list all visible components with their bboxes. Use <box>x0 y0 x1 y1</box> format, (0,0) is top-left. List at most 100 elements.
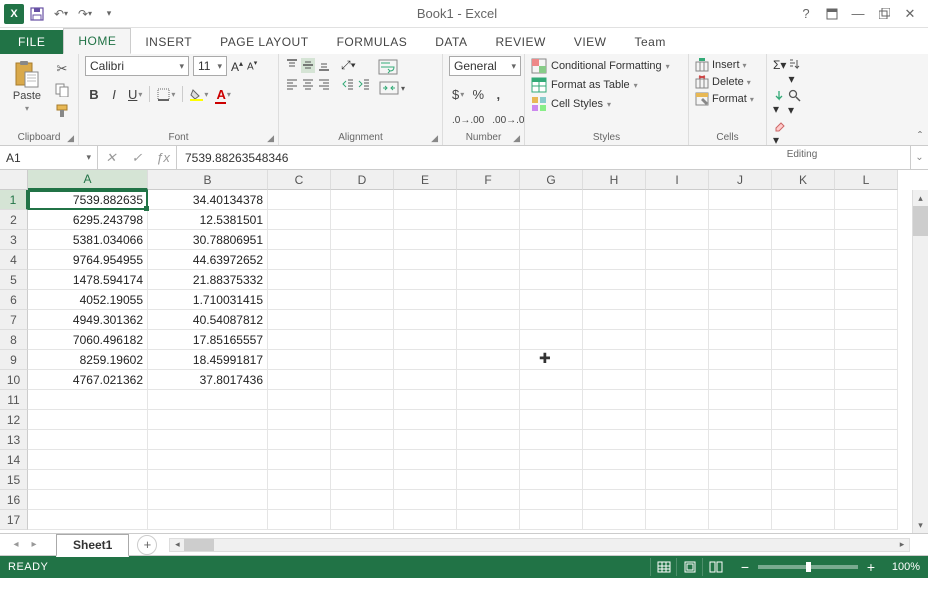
find-select-icon[interactable]: ▾ <box>788 89 802 117</box>
cell[interactable] <box>835 190 898 210</box>
cell[interactable] <box>646 370 709 390</box>
cell[interactable] <box>457 410 520 430</box>
cell[interactable] <box>268 210 331 230</box>
cell[interactable] <box>331 350 394 370</box>
cell[interactable]: 7539.882635 <box>28 190 148 210</box>
cell[interactable] <box>709 430 772 450</box>
cell[interactable] <box>646 250 709 270</box>
select-all-corner[interactable] <box>0 170 28 190</box>
cell[interactable] <box>646 390 709 410</box>
cell[interactable] <box>268 350 331 370</box>
paste-button[interactable]: Paste ▾ <box>6 56 48 113</box>
alignment-dialog-launcher-icon[interactable]: ◢ <box>431 133 438 144</box>
row-header[interactable]: 5 <box>0 270 28 290</box>
cell[interactable] <box>646 350 709 370</box>
tab-formulas[interactable]: FORMULAS <box>323 30 422 54</box>
cell[interactable] <box>331 270 394 290</box>
cell[interactable] <box>457 390 520 410</box>
cell[interactable] <box>835 490 898 510</box>
normal-view-icon[interactable] <box>650 558 676 576</box>
tab-data[interactable]: DATA <box>421 30 481 54</box>
cell[interactable]: 18.45991817 <box>148 350 268 370</box>
scroll-down-icon[interactable]: ▾ <box>913 517 928 533</box>
cell[interactable] <box>583 470 646 490</box>
cell[interactable] <box>583 410 646 430</box>
row-header[interactable]: 11 <box>0 390 28 410</box>
cell[interactable] <box>331 250 394 270</box>
collapse-ribbon-icon[interactable]: ˆ <box>918 129 922 143</box>
cell[interactable] <box>394 210 457 230</box>
format-painter-icon[interactable] <box>52 102 72 120</box>
cell[interactable] <box>583 450 646 470</box>
row-header[interactable]: 6 <box>0 290 28 310</box>
cell[interactable]: 4767.021362 <box>28 370 148 390</box>
column-header[interactable]: A <box>28 170 148 190</box>
cell[interactable] <box>709 470 772 490</box>
cell[interactable] <box>331 210 394 230</box>
cell[interactable] <box>835 310 898 330</box>
cell[interactable] <box>331 490 394 510</box>
cell[interactable] <box>457 510 520 530</box>
cell[interactable] <box>772 330 835 350</box>
cell[interactable] <box>520 290 583 310</box>
cell[interactable] <box>457 230 520 250</box>
cell[interactable] <box>520 470 583 490</box>
tab-team[interactable]: Team <box>621 30 680 54</box>
cell[interactable]: 8259.19602 <box>28 350 148 370</box>
cell[interactable] <box>331 230 394 250</box>
cell[interactable] <box>583 250 646 270</box>
cell[interactable] <box>583 390 646 410</box>
cell[interactable] <box>646 310 709 330</box>
cell[interactable] <box>835 210 898 230</box>
cell[interactable] <box>148 430 268 450</box>
format-as-table-button[interactable]: Format as Table▾ <box>531 77 638 93</box>
cell[interactable] <box>394 230 457 250</box>
cell[interactable] <box>520 390 583 410</box>
conditional-formatting-button[interactable]: Conditional Formatting▾ <box>531 58 670 74</box>
align-right-icon[interactable] <box>317 77 331 91</box>
page-break-view-icon[interactable] <box>702 558 728 576</box>
cell[interactable] <box>331 190 394 210</box>
font-dialog-launcher-icon[interactable]: ◢ <box>267 133 274 144</box>
cancel-formula-icon[interactable]: ✕ <box>98 150 124 166</box>
italic-button[interactable]: I <box>105 84 123 104</box>
cell[interactable]: 9764.954955 <box>28 250 148 270</box>
number-format-select[interactable]: General▾ <box>449 56 521 76</box>
cell[interactable] <box>772 290 835 310</box>
zoom-level[interactable]: 100% <box>884 561 920 573</box>
cell[interactable] <box>457 370 520 390</box>
cell[interactable]: 30.78806951 <box>148 230 268 250</box>
fill-icon[interactable]: ▾ <box>773 89 786 117</box>
cell[interactable]: 17.85165557 <box>148 330 268 350</box>
page-layout-view-icon[interactable] <box>676 558 702 576</box>
align-left-icon[interactable] <box>285 77 299 91</box>
cell[interactable] <box>394 390 457 410</box>
row-header[interactable]: 15 <box>0 470 28 490</box>
autosum-icon[interactable]: Σ▾ <box>773 58 786 86</box>
row-header[interactable]: 16 <box>0 490 28 510</box>
cell[interactable] <box>646 510 709 530</box>
cell[interactable] <box>394 450 457 470</box>
row-header[interactable]: 17 <box>0 510 28 530</box>
enter-formula-icon[interactable]: ✓ <box>124 150 150 166</box>
column-header[interactable]: E <box>394 170 457 190</box>
vertical-scroll-thumb[interactable] <box>913 206 928 236</box>
cell[interactable] <box>772 390 835 410</box>
tab-home[interactable]: HOME <box>63 28 131 54</box>
cell[interactable] <box>520 510 583 530</box>
cell[interactable] <box>772 410 835 430</box>
cell[interactable] <box>835 410 898 430</box>
cell[interactable]: 40.54087812 <box>148 310 268 330</box>
column-header[interactable]: L <box>835 170 898 190</box>
cell[interactable] <box>520 230 583 250</box>
cell[interactable] <box>709 370 772 390</box>
customize-qat-icon[interactable]: ▾ <box>98 3 120 25</box>
scroll-up-icon[interactable]: ▴ <box>913 190 928 206</box>
cell[interactable] <box>457 250 520 270</box>
cell[interactable] <box>394 330 457 350</box>
row-header[interactable]: 3 <box>0 230 28 250</box>
cell[interactable] <box>457 450 520 470</box>
cell[interactable] <box>646 470 709 490</box>
cell[interactable]: 12.5381501 <box>148 210 268 230</box>
scroll-right-icon[interactable]: ▸ <box>895 539 909 550</box>
